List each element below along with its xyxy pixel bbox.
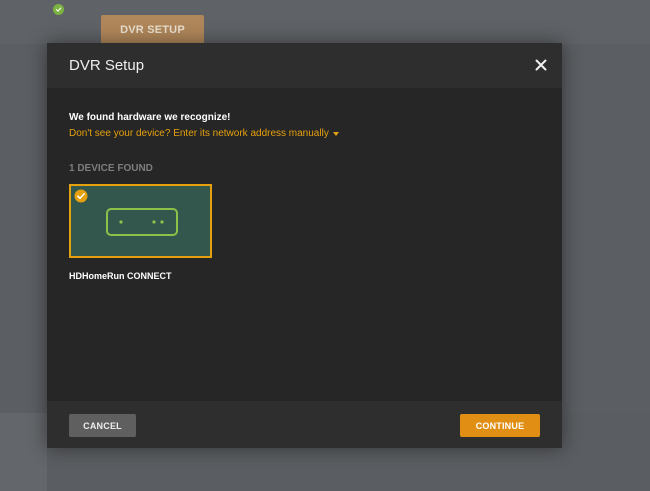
modal-header: DVR Setup [47, 43, 562, 88]
manual-address-link-label: Don't see your device? Enter its network… [69, 128, 329, 139]
manual-address-link[interactable]: Don't see your device? Enter its network… [69, 128, 339, 139]
app-background-header [0, 0, 650, 44]
device-name: HDHomeRun CONNECT [69, 271, 172, 281]
device-card[interactable] [69, 184, 212, 258]
tuner-device-icon [106, 208, 178, 236]
dvr-setup-button-background: DVR SETUP [101, 15, 204, 44]
caret-down-icon [332, 131, 339, 136]
cancel-button[interactable]: CANCEL [69, 414, 136, 437]
app-background-strip [0, 413, 47, 491]
devices-found-label: 1 DEVICE FOUND [69, 163, 153, 174]
close-icon[interactable] [534, 58, 548, 72]
dvr-setup-modal: DVR Setup We found hardware we recognize… [47, 43, 562, 448]
modal-footer: CANCEL CONTINUE [47, 401, 562, 448]
modal-title: DVR Setup [69, 57, 145, 74]
check-circle-icon [53, 4, 64, 15]
hardware-found-message: We found hardware we recognize! [69, 112, 231, 123]
continue-button[interactable]: CONTINUE [460, 414, 540, 437]
checkmark-circle-icon [74, 189, 88, 203]
